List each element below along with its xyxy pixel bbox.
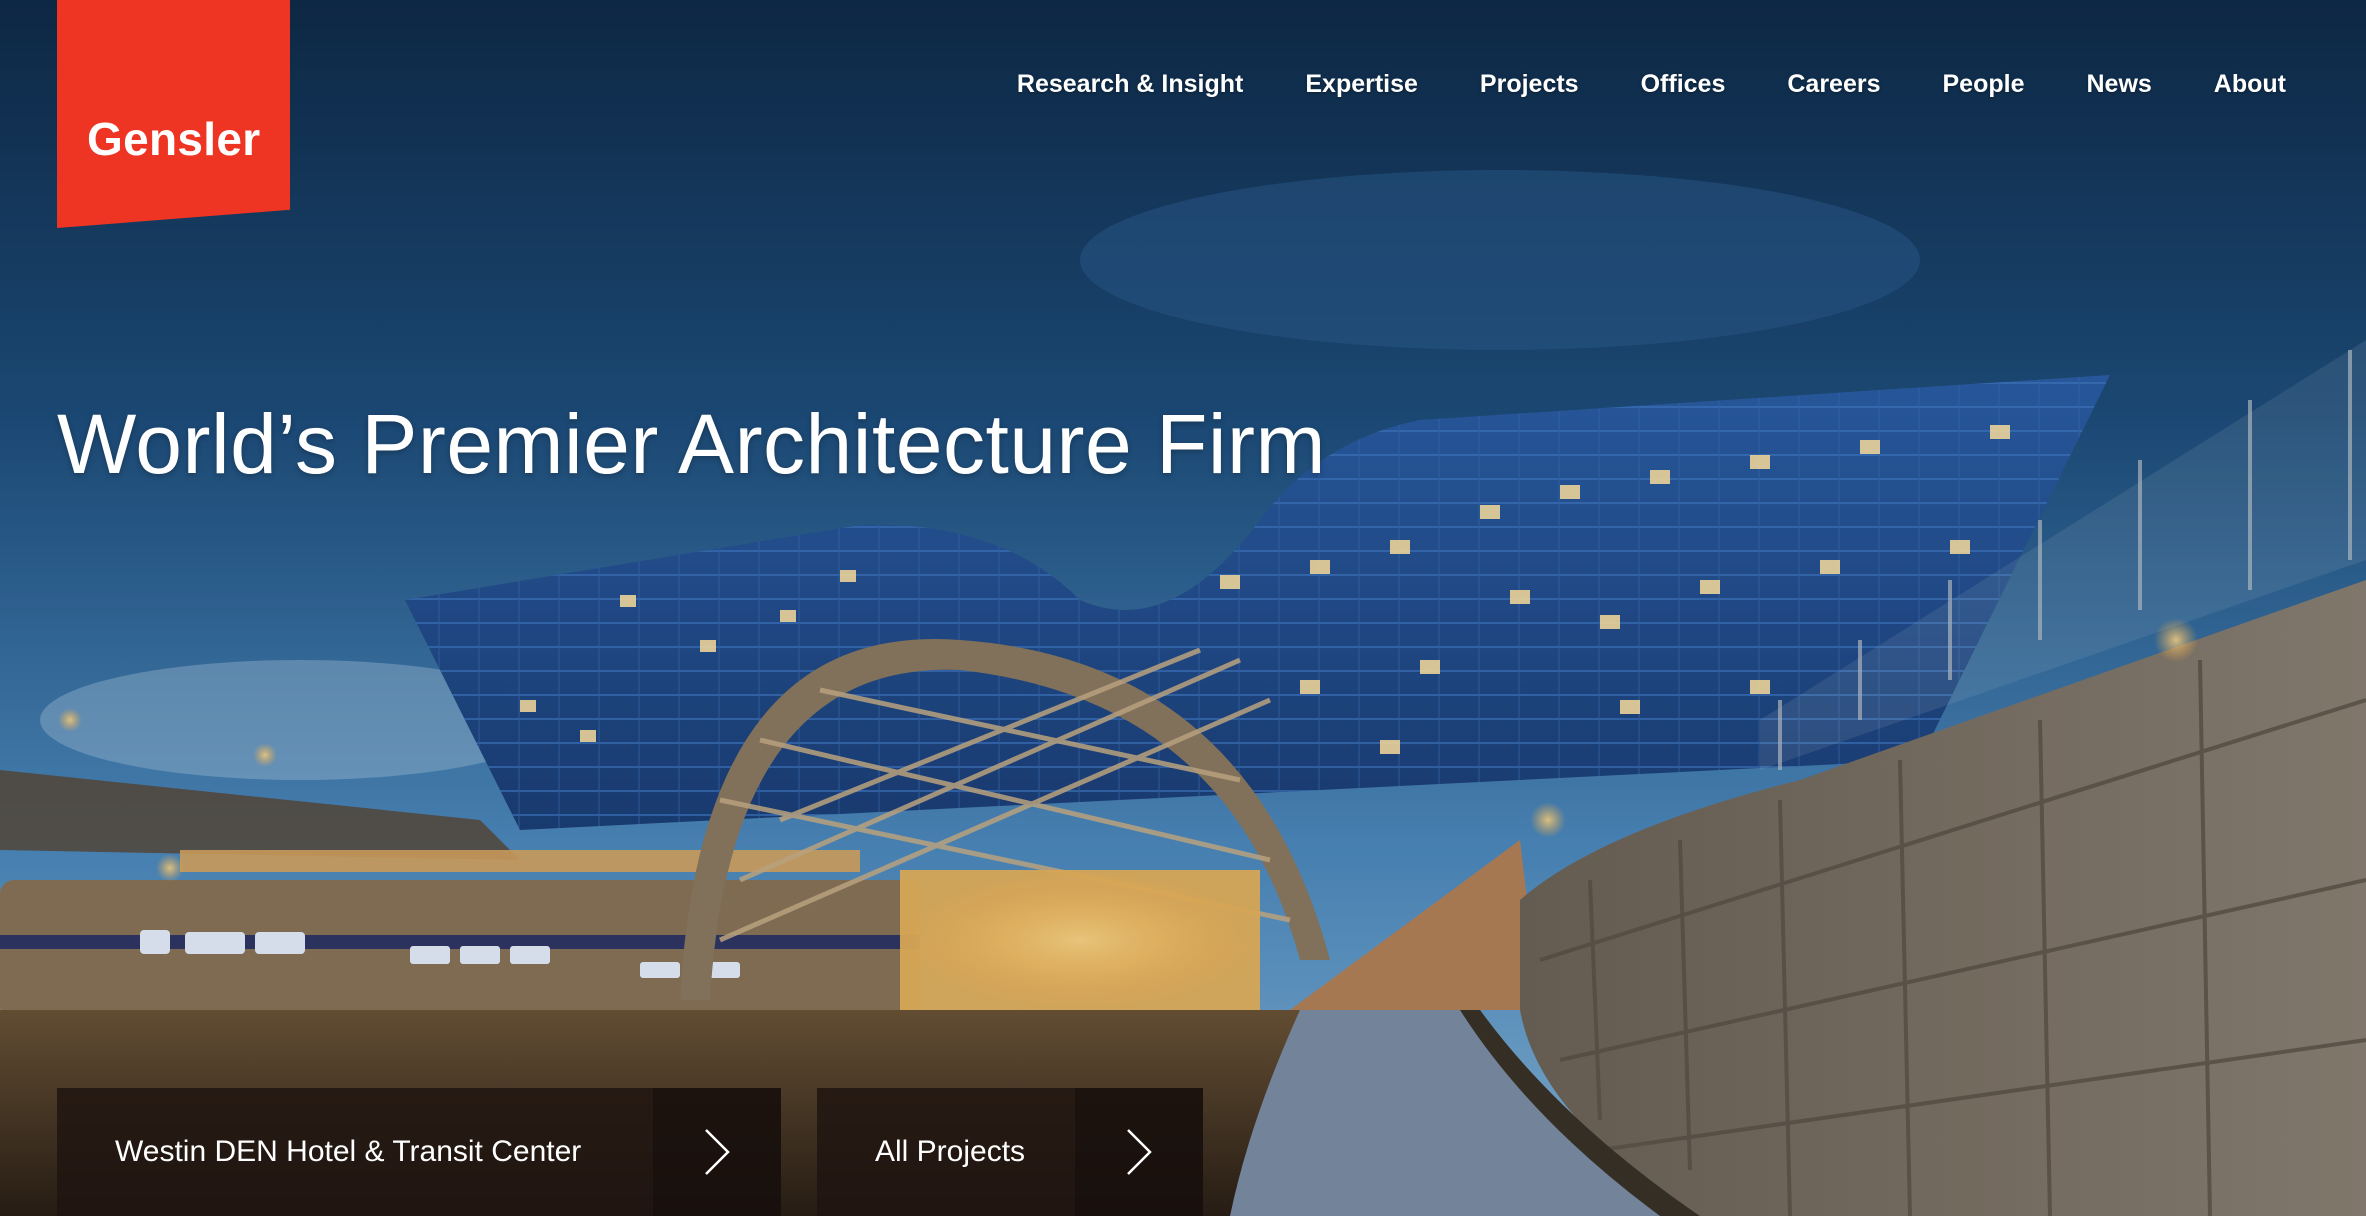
hero-photo xyxy=(0,0,2366,1216)
nav-people[interactable]: People xyxy=(1943,70,2025,99)
hero-photo-illustration xyxy=(0,0,2366,1216)
nav-projects[interactable]: Projects xyxy=(1480,70,1579,99)
gensler-logo[interactable]: Gensler xyxy=(57,0,290,228)
nav-expertise[interactable]: Expertise xyxy=(1305,70,1418,99)
nav-offices[interactable]: Offices xyxy=(1641,70,1726,99)
featured-project-label: Westin DEN Hotel & Transit Center xyxy=(115,1135,582,1168)
nav-news[interactable]: News xyxy=(2086,70,2151,99)
nav-careers[interactable]: Careers xyxy=(1787,70,1880,99)
nav-research-insight[interactable]: Research & Insight xyxy=(1017,70,1243,99)
nav-about[interactable]: About xyxy=(2214,70,2286,99)
all-projects-label: All Projects xyxy=(875,1135,1026,1168)
main-nav: Research & Insight Expertise Projects Of… xyxy=(955,70,2286,99)
logo-text: Gensler xyxy=(87,113,261,165)
all-projects-button[interactable]: All Projects xyxy=(817,1088,1203,1216)
hero-headline: World’s Premier Architecture Firm xyxy=(57,397,1326,492)
featured-project-button[interactable]: Westin DEN Hotel & Transit Center xyxy=(57,1088,781,1216)
chevron-right-icon xyxy=(1075,1088,1203,1216)
chevron-right-icon xyxy=(653,1088,781,1216)
